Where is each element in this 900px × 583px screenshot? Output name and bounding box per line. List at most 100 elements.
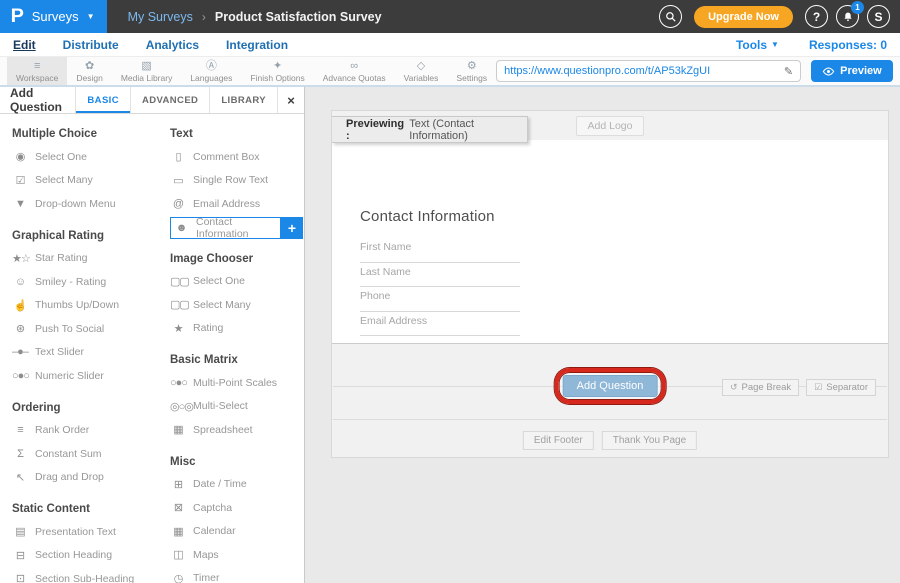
survey-url-value: https://www.questionpro.com/t/AP53kZgUI	[504, 65, 779, 77]
add-contact-information-button[interactable]: +	[281, 217, 303, 239]
eye-icon	[822, 67, 835, 76]
question-type-single-row-text[interactable]: ▭Single Row Text	[170, 169, 303, 193]
toolbar-item-languages[interactable]: ⒶLanguages	[181, 57, 241, 85]
toolbar-item-label: Variables	[404, 73, 439, 83]
toolbar-item-label: Media Library	[121, 73, 173, 83]
question-type-multi-select[interactable]: ◎○◎ Multi-Select	[170, 395, 303, 419]
toolbar-item-media-library[interactable]: ▧Media Library	[112, 57, 182, 85]
question-type-select-many[interactable]: ☑Select Many	[12, 169, 162, 193]
question-type-contact-information[interactable]: ☻Contact Information	[170, 217, 281, 239]
question-type-label: Constant Sum	[35, 448, 102, 460]
question-type-rank-order[interactable]: ≡Rank Order	[12, 419, 162, 443]
tab-advanced[interactable]: ADVANCED	[130, 87, 209, 113]
nav-tab-analytics[interactable]: Analytics	[146, 38, 199, 52]
search-button[interactable]	[659, 5, 682, 28]
tab-library[interactable]: LIBRARY	[209, 87, 277, 113]
toolbar-item-design[interactable]: ✿Design	[67, 57, 111, 85]
section-text: Text ▯Comment Box▭Single Row Text@Email A…	[170, 128, 303, 239]
chain-links-icon: ∞	[350, 60, 358, 72]
close-panel-button[interactable]: ×	[277, 87, 304, 113]
survey-canvas: Add Logo Previewing : Text (Contact Info…	[305, 87, 900, 583]
toolbar-item-settings[interactable]: ⚙Settings	[447, 57, 496, 85]
survey-url-input[interactable]: https://www.questionpro.com/t/AP53kZgUI …	[496, 60, 801, 82]
nav-tab-edit[interactable]: Edit	[13, 38, 36, 52]
tab-basic[interactable]: BASIC	[75, 87, 130, 113]
field-phone[interactable]: Phone	[360, 287, 520, 312]
question-type-select-one[interactable]: ◉Select One	[12, 145, 162, 169]
question-type-multi-point-scales[interactable]: ○●○Multi-Point Scales	[170, 371, 303, 395]
breadcrumb-my-surveys[interactable]: My Surveys	[128, 10, 193, 24]
notifications-button[interactable]: 1	[836, 5, 859, 28]
help-button[interactable]: ?	[805, 5, 828, 28]
nav-tab-integration[interactable]: Integration	[226, 38, 288, 52]
multi-select-icon: ◎○◎	[170, 400, 186, 413]
question-type-date-time[interactable]: ⊞Date / Time	[170, 473, 303, 497]
question-type-label: Drop-down Menu	[35, 198, 116, 210]
question-type-select-one[interactable]: ▢▢Select One	[170, 270, 303, 294]
question-type-section-sub-heading[interactable]: ⊡Section Sub-Heading	[12, 567, 162, 583]
nav-tab-distribute[interactable]: Distribute	[63, 38, 119, 52]
question-type-email-address[interactable]: @Email Address	[170, 192, 303, 216]
section-ordering: Ordering≡Rank OrderΣConstant Sum↖Drag an…	[12, 402, 162, 490]
question-type-constant-sum[interactable]: ΣConstant Sum	[12, 442, 162, 466]
section-basic-matrix: Basic Matrix○●○Multi-Point Scales◎○◎Mult…	[170, 354, 303, 442]
question-type-label: Maps	[193, 549, 219, 561]
page-break-button[interactable]: ↺ Page Break	[722, 379, 799, 396]
question-type-calendar[interactable]: ▦Calendar	[170, 520, 303, 544]
radio-icon: ◉	[12, 150, 28, 163]
section-title: Text	[170, 128, 303, 140]
breadcrumb-separator: ›	[202, 10, 206, 24]
question-type-rating[interactable]: ★Rating	[170, 317, 303, 341]
section-title: Multiple Choice	[12, 128, 162, 140]
question-type-timer[interactable]: ◷Timer	[170, 567, 303, 583]
question-type-numeric-slider[interactable]: ○●○Numeric Slider	[12, 364, 162, 388]
question-type-label: Smiley - Rating	[35, 276, 106, 288]
question-type-label: Multi-Select	[193, 400, 248, 412]
edit-url-pencil-icon[interactable]: ✎	[779, 65, 793, 78]
toolbar-item-workspace[interactable]: ≡Workspace	[7, 57, 67, 85]
question-type-section-heading[interactable]: ⊟Section Heading	[12, 544, 162, 568]
field-last-name[interactable]: Last Name	[360, 263, 520, 288]
add-logo-button[interactable]: Add Logo	[576, 116, 645, 136]
surveys-menu-button[interactable]: P Surveys ▼	[0, 0, 107, 33]
topbar-actions: Upgrade Now ? 1 S	[659, 5, 900, 28]
question-type-drag-and-drop[interactable]: ↖Drag and Drop	[12, 466, 162, 490]
footer-buttons: Edit Footer Thank You Page	[523, 431, 697, 450]
question-type-maps[interactable]: ◫Maps	[170, 543, 303, 567]
divider	[333, 419, 887, 420]
question-type-captcha[interactable]: ⊠Captcha	[170, 496, 303, 520]
preview-button[interactable]: Preview	[811, 60, 893, 82]
toolbar-item-variables[interactable]: ◇Variables	[395, 57, 448, 85]
tools-menu-button[interactable]: Tools ▼	[736, 38, 779, 52]
avatar[interactable]: S	[867, 5, 890, 28]
notification-badge: 1	[851, 1, 864, 14]
edit-footer-button[interactable]: Edit Footer	[523, 431, 594, 450]
question-type-drop-down-menu[interactable]: ▼Drop-down Menu	[12, 192, 162, 216]
question-type-label: Calendar	[193, 525, 236, 537]
image-select-one-icon: ▢▢	[170, 275, 186, 288]
question-type-label: Date / Time	[193, 478, 247, 490]
thank-you-page-button[interactable]: Thank You Page	[602, 431, 697, 450]
question-type-thumbs-up-down[interactable]: ☝Thumbs Up/Down	[12, 294, 162, 318]
toolbar-item-finish-options[interactable]: ✦Finish Options	[241, 57, 313, 85]
add-question-panel-header: Add Question BASICADVANCEDLIBRARY ×	[0, 87, 304, 114]
add-question-button[interactable]: Add Question	[563, 375, 658, 397]
question-type-spreadsheet[interactable]: ▦Spreadsheet	[170, 418, 303, 442]
question-type-label: Text Slider	[35, 346, 84, 358]
breadcrumb-current-survey: Product Satisfaction Survey	[215, 10, 382, 24]
question-type-comment-box[interactable]: ▯Comment Box	[170, 145, 303, 169]
upgrade-now-button[interactable]: Upgrade Now	[694, 6, 793, 28]
question-type-label: Rating	[193, 322, 223, 334]
panel-tabs: BASICADVANCEDLIBRARY	[75, 87, 277, 113]
question-type-presentation-text[interactable]: ▤Presentation Text	[12, 520, 162, 544]
separator-button[interactable]: ☑ Separator	[806, 379, 876, 396]
field-first-name[interactable]: First Name	[360, 238, 520, 263]
question-type-push-to-social[interactable]: ⊛Push To Social	[12, 317, 162, 341]
question-type-text-slider[interactable]: –●–Text Slider	[12, 341, 162, 365]
field-email-address[interactable]: Email Address	[360, 312, 520, 337]
question-type-star-rating[interactable]: ★☆Star Rating	[12, 247, 162, 271]
toolbar-item-advance-quotas[interactable]: ∞Advance Quotas	[314, 57, 395, 85]
question-type-select-many[interactable]: ▢▢Select Many	[170, 293, 303, 317]
responses-count[interactable]: Responses: 0	[809, 38, 887, 52]
question-type-smiley-rating[interactable]: ☺Smiley - Rating	[12, 270, 162, 294]
